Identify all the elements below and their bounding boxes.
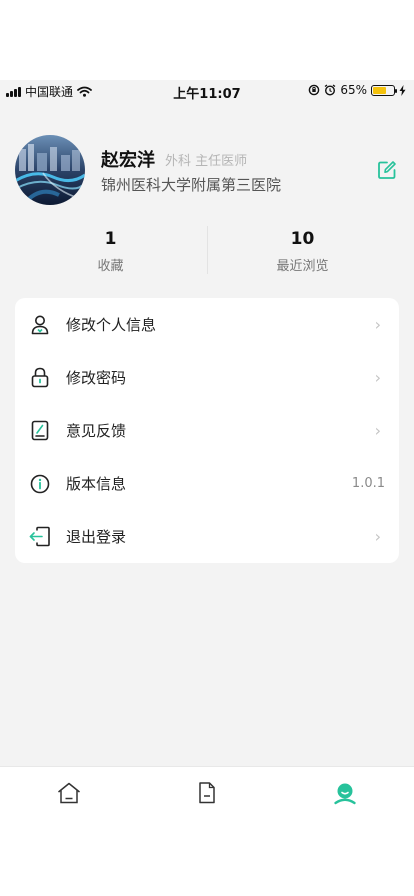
stat-favorites-value: 1 [104,229,117,249]
menu-item-change-password[interactable]: 修改密码 › [15,351,399,404]
menu-item-label: 退出登录 [66,528,127,546]
document-icon [199,782,215,804]
tab-home[interactable] [56,781,82,807]
top-blank-area [0,0,414,80]
profile-icon [334,783,356,805]
chevron-right-icon: › [374,421,381,440]
stat-recent[interactable]: 10 最近浏览 [199,228,406,274]
menu-item-edit-info[interactable]: 修改个人信息 › [15,298,399,351]
status-right: 65% [308,83,406,97]
menu-item-label: 版本信息 [66,475,127,493]
charging-icon [399,84,406,96]
user-icon [29,314,51,336]
alarm-icon [324,84,336,96]
settings-menu: 修改个人信息 › 修改密码 › 意见反馈 › 版本信息 1.0.1 退出登录 › [15,298,399,563]
menu-item-feedback[interactable]: 意见反馈 › [15,404,399,457]
menu-item-label: 修改个人信息 [66,316,157,334]
menu-item-version-info[interactable]: 版本信息 1.0.1 [15,457,399,510]
feedback-icon [29,420,51,442]
home-icon [58,782,80,804]
chevron-right-icon: › [374,527,381,546]
night-city-photo [15,135,85,205]
battery-level [373,86,386,94]
user-name: 赵宏洋 [101,150,155,171]
edit-profile-button[interactable] [376,159,398,181]
battery-icon [371,84,397,96]
menu-item-label: 修改密码 [66,369,127,387]
lock-icon [29,367,51,389]
home-indicator-area [0,821,414,896]
avatar[interactable] [15,135,85,205]
menu-item-logout[interactable]: 退出登录 › [15,510,399,563]
tab-bar [0,766,414,821]
stat-favorites[interactable]: 1 收藏 [7,228,214,274]
menu-item-label: 意见反馈 [66,422,127,440]
tab-documents[interactable] [194,781,220,807]
info-icon [29,473,51,495]
stat-recent-value: 10 [290,229,315,249]
logout-icon [29,526,51,548]
battery-percent: 65% [340,83,367,97]
status-bar: 中国联通 上午11:07 65% [0,80,414,102]
tab-profile[interactable] [332,781,358,807]
rotation-lock-icon [309,84,320,96]
chevron-right-icon: › [374,315,381,334]
chevron-right-icon: › [374,368,381,387]
stat-favorites-label: 收藏 [97,259,124,274]
edit-icon [378,161,396,179]
department-title: 外科 主任医师 [165,154,248,169]
stat-recent-label: 最近浏览 [276,259,329,274]
version-number: 1.0.1 [351,476,385,491]
hospital-name: 锦州医科大学附属第三医院 [101,176,282,194]
